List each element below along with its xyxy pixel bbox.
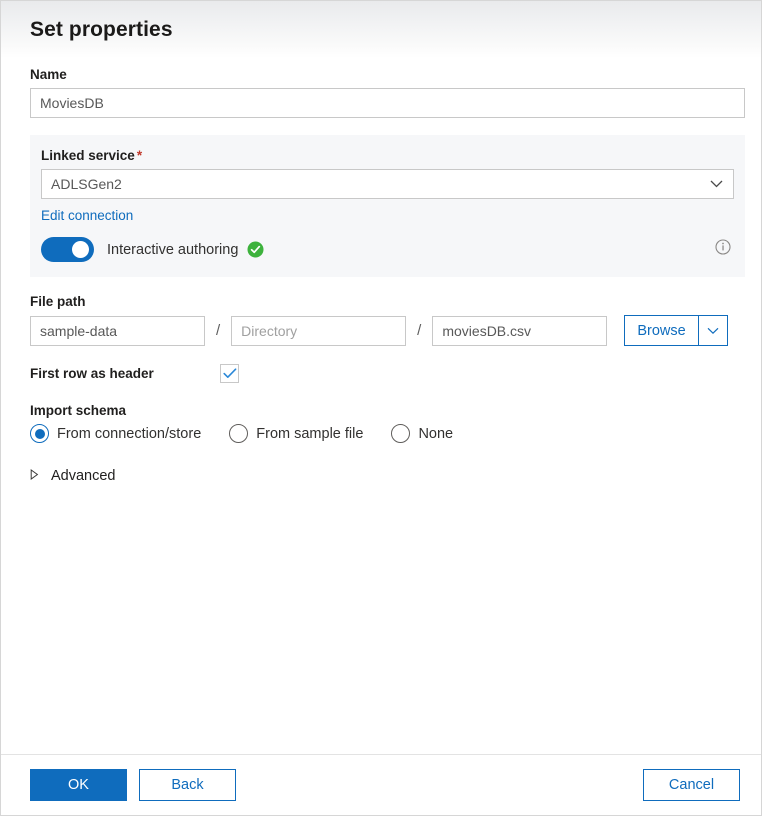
back-button[interactable]: Back <box>139 769 236 801</box>
directory-input[interactable]: Directory <box>231 316 406 346</box>
browse-control: Browse <box>624 315 727 346</box>
interactive-authoring-label: Interactive authoring <box>107 242 238 258</box>
file-name-input[interactable]: moviesDB.csv <box>432 316 607 346</box>
required-asterisk: * <box>137 148 142 163</box>
radio-none[interactable]: None <box>391 424 453 443</box>
import-schema-label: Import schema <box>30 403 742 418</box>
name-input[interactable]: MoviesDB <box>30 88 745 118</box>
linked-service-select[interactable]: ADLSGen2 <box>41 169 734 199</box>
radio-indicator <box>30 424 49 443</box>
ok-button[interactable]: OK <box>30 769 127 801</box>
path-separator-2: / <box>417 323 421 338</box>
name-label: Name <box>30 67 742 82</box>
linked-service-panel: Linked service* ADLSGen2 Edit connection… <box>30 135 745 277</box>
file-path-label: File path <box>30 294 742 309</box>
radio-label: From sample file <box>256 426 363 442</box>
first-row-as-header-label: First row as header <box>30 366 220 381</box>
chevron-down-icon <box>707 327 719 335</box>
cancel-button[interactable]: Cancel <box>643 769 740 801</box>
advanced-label: Advanced <box>51 468 116 484</box>
browse-dropdown-button[interactable] <box>699 315 728 346</box>
chevron-down-icon <box>710 180 723 189</box>
linked-service-inner: Linked service* ADLSGen2 Edit connection… <box>41 148 734 262</box>
interactive-authoring-row: Interactive authoring <box>41 237 734 262</box>
dialog-body: Name MoviesDB Linked service* ADLSGen2 E… <box>1 58 761 485</box>
triangle-right-icon <box>30 467 39 485</box>
file-path-row: sample-data / Directory / moviesDB.csv B… <box>30 315 742 346</box>
edit-connection-link[interactable]: Edit connection <box>41 208 133 223</box>
linked-service-label: Linked service* <box>41 148 734 163</box>
page-title: Set properties <box>30 18 173 42</box>
import-schema-radio-group: From connection/store From sample file N… <box>30 424 742 443</box>
browse-button[interactable]: Browse <box>624 315 698 346</box>
first-row-as-header-checkbox[interactable] <box>220 364 239 383</box>
linked-service-value: ADLSGen2 <box>51 176 122 192</box>
info-circle-icon[interactable] <box>715 239 731 260</box>
file-system-input[interactable]: sample-data <box>30 316 205 346</box>
checkmark-icon <box>223 368 237 379</box>
advanced-expander[interactable]: Advanced <box>30 467 742 485</box>
interactive-authoring-toggle[interactable] <box>41 237 94 262</box>
linked-service-label-text: Linked service <box>41 148 135 163</box>
green-check-circle-icon <box>247 241 264 258</box>
radio-from-sample-file[interactable]: From sample file <box>229 424 363 443</box>
toggle-knob <box>72 241 89 258</box>
dialog-footer: OK Back Cancel <box>1 754 761 815</box>
radio-label: From connection/store <box>57 426 201 442</box>
dialog-header: Set properties <box>1 1 761 58</box>
radio-label: None <box>418 426 453 442</box>
file-path-group: File path sample-data / Directory / movi… <box>30 294 742 346</box>
radio-indicator <box>229 424 248 443</box>
path-separator-1: / <box>216 323 220 338</box>
set-properties-dialog: Set properties Name MoviesDB Linked serv… <box>0 0 762 816</box>
import-schema-group: Import schema From connection/store From… <box>30 403 742 443</box>
radio-indicator <box>391 424 410 443</box>
name-field-group: Name MoviesDB <box>30 67 742 118</box>
first-row-as-header-row: First row as header <box>30 364 742 383</box>
radio-from-connection-store[interactable]: From connection/store <box>30 424 201 443</box>
